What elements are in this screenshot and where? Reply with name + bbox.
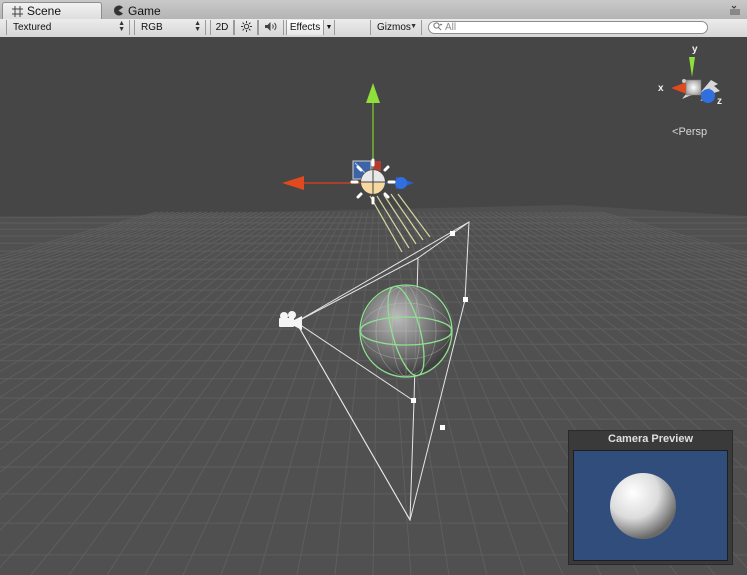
projection-label: Persp: [678, 126, 708, 138]
frustum-handle: [450, 231, 455, 236]
grid-icon: [11, 5, 23, 17]
camera-preview-view: [573, 450, 728, 561]
frustum-handle: [463, 297, 468, 302]
unity-scene-window: Scene Game Textured ▲ ▼ RGB ▲ ▼ 2D Effec…: [0, 0, 747, 575]
tab-game[interactable]: Game: [104, 2, 174, 19]
pacman-icon: [112, 5, 124, 17]
shading-mode-dropdown[interactable]: Textured ▲ ▼: [6, 20, 130, 35]
effects-button[interactable]: Effects: [286, 20, 324, 35]
dropdown-arrows-icon: ▲ ▼: [194, 20, 201, 33]
tab-scene[interactable]: Scene: [2, 2, 102, 19]
scene-viewport[interactable]: y x z <Persp Camera Preview: [0, 37, 747, 575]
directional-light-icon[interactable]: [350, 158, 396, 205]
audio-toggle-button[interactable]: [258, 20, 284, 35]
sphere-object[interactable]: [359, 283, 453, 379]
frustum-handle: [411, 398, 416, 403]
speaker-icon: [264, 21, 278, 35]
effects-dropdown-button[interactable]: ▼: [323, 20, 335, 35]
gizmo-y-label: y: [692, 44, 698, 55]
tab-bar: Scene Game: [0, 0, 747, 20]
tab-game-label: Game: [128, 3, 161, 18]
camera-preview-panel: Camera Preview: [568, 430, 733, 565]
gizmo-z-label: z: [717, 96, 722, 107]
search-placeholder: All: [445, 22, 457, 33]
2d-mode-button[interactable]: 2D: [210, 20, 234, 35]
preview-sphere: [610, 473, 676, 539]
panel-menu-icon[interactable]: [729, 3, 741, 15]
z-axis-cone-icon: [701, 89, 715, 103]
chevron-down-icon: ▼: [410, 23, 417, 30]
tab-scene-label: Scene: [27, 4, 62, 18]
gizmo-x-label: x: [658, 83, 664, 94]
projection-toggle[interactable]: <Persp: [672, 126, 707, 138]
search-icon: [433, 21, 443, 34]
render-mode-value: RGB: [141, 22, 163, 33]
shading-mode-value: Textured: [13, 22, 52, 33]
z-axis-arrow: [395, 177, 407, 189]
2d-mode-label: 2D: [215, 22, 229, 33]
search-input[interactable]: All: [428, 21, 708, 34]
chevron-down-icon: ▼: [325, 24, 333, 31]
scene-toolbar: Textured ▲▼ RGB ▲▼ 2D Effects ▼ Gizmos: [0, 19, 747, 38]
effects-label: Effects: [289, 22, 321, 33]
lighting-toggle-button[interactable]: [234, 20, 258, 35]
render-mode-dropdown[interactable]: RGB ▲ ▼: [134, 20, 206, 35]
sun-icon: [240, 20, 252, 35]
camera-preview-title: Camera Preview: [608, 433, 693, 445]
dropdown-arrows-icon: ▲ ▼: [118, 20, 125, 33]
gizmos-label: Gizmos: [377, 22, 411, 33]
gizmos-dropdown[interactable]: Gizmos ▼: [370, 20, 422, 35]
frustum-handle: [440, 425, 445, 430]
